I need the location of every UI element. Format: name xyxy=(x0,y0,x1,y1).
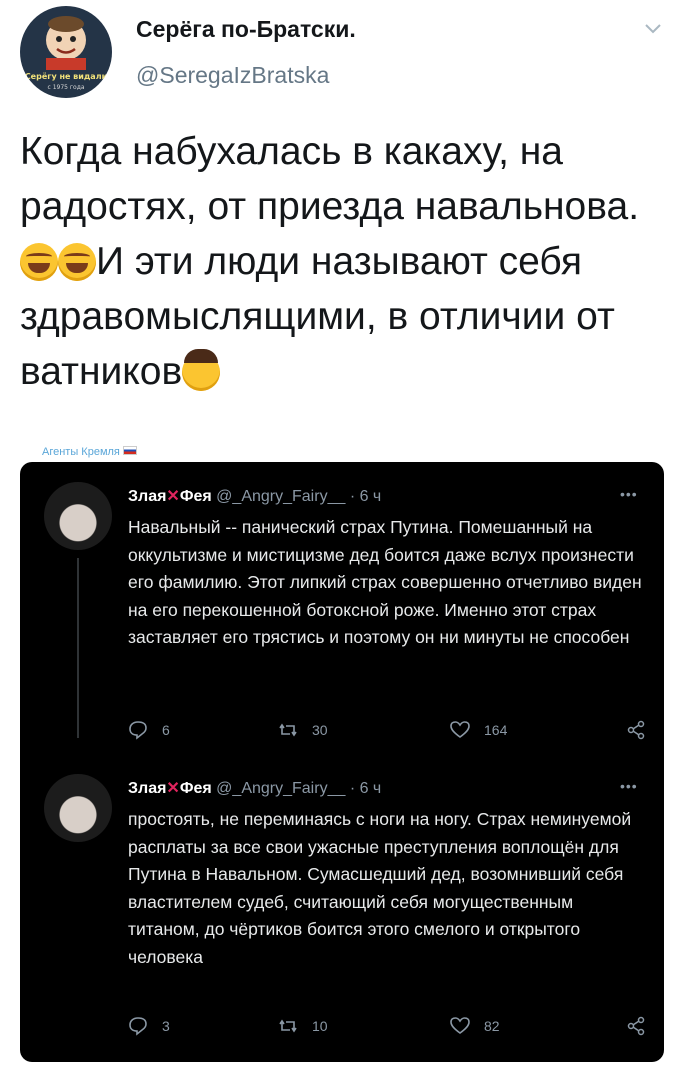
reply-author-name[interactable]: Злая xyxy=(128,488,166,505)
retweet-button[interactable]: 30 xyxy=(278,720,328,740)
avatar-caption: Серёгу не видали xyxy=(24,72,108,81)
more-options-icon[interactable]: ••• xyxy=(620,778,638,794)
red-cross-icon: ✕ xyxy=(166,780,180,797)
reply-count: 3 xyxy=(162,1018,170,1034)
reply-handle[interactable]: @_Angry_Fairy__ xyxy=(216,780,345,797)
more-options-icon[interactable]: ••• xyxy=(620,486,638,502)
like-button[interactable]: 82 xyxy=(450,1016,500,1036)
heart-icon xyxy=(450,721,470,738)
heart-icon xyxy=(450,1017,470,1034)
reply-author-name[interactable]: Злая xyxy=(128,780,166,797)
tweet-text: Когда набухалась в какаху, на радостях, … xyxy=(20,124,670,399)
reply-count: 6 xyxy=(162,722,170,738)
reply-handle[interactable]: @_Angry_Fairy__ xyxy=(216,488,345,505)
rolling-laughing-emoji-icon xyxy=(58,243,96,281)
red-cross-icon: ✕ xyxy=(166,488,180,505)
like-count: 82 xyxy=(484,1018,500,1034)
reply-text: простоять, не переминаясь с ноги на ногу… xyxy=(128,809,632,967)
retweet-button[interactable]: 10 xyxy=(278,1016,328,1036)
reply-header: Злая✕Фея @_Angry_Fairy__ · 6 ч xyxy=(128,778,381,798)
face-palm-emoji-icon xyxy=(182,349,221,391)
like-button[interactable]: 164 xyxy=(450,720,507,740)
russian-flag-icon xyxy=(122,446,137,455)
author-handle[interactable]: @SeregaIzBratska xyxy=(136,62,329,89)
tweet-text-part2: И эти люди называют себя здравомыслящими… xyxy=(20,240,615,393)
share-icon xyxy=(627,720,645,740)
reply-time: · 6 ч xyxy=(349,488,382,505)
reply-icon xyxy=(129,1017,147,1036)
retweet-count: 10 xyxy=(312,1018,328,1034)
thread-line xyxy=(77,558,79,738)
reply-header: Злая✕Фея @_Angry_Fairy__ · 6 ч xyxy=(128,486,381,506)
author-name[interactable]: Серёга по-Братски. xyxy=(136,16,356,43)
reply-avatar[interactable] xyxy=(44,774,112,842)
rolling-laughing-emoji-icon xyxy=(20,243,58,281)
reply-text: Навальный -- панический страх Путина. По… xyxy=(128,517,642,647)
reply-icon xyxy=(129,721,147,740)
watermark-text: Агенты Кремля xyxy=(42,446,120,458)
like-count: 164 xyxy=(484,722,508,738)
reply-actions: 3 10 82 xyxy=(128,1016,648,1040)
retweet-icon xyxy=(279,1019,297,1033)
reply-author-name-suffix[interactable]: Фея xyxy=(180,488,212,505)
reply-actions: 6 30 164 xyxy=(128,720,648,744)
reply-avatar[interactable] xyxy=(44,482,112,550)
reply-button[interactable]: 6 xyxy=(128,720,170,740)
retweet-count: 30 xyxy=(312,722,328,738)
tweet-text-part1: Когда набухалась в какаху, на радостях, … xyxy=(20,130,640,228)
avatar-subcaption: с 1975 года xyxy=(47,84,85,91)
retweet-icon xyxy=(279,723,297,737)
share-button[interactable] xyxy=(626,720,660,740)
reply-button[interactable]: 3 xyxy=(128,1016,170,1036)
author-avatar[interactable]: Серёгу не видали с 1975 года xyxy=(20,6,112,98)
chevron-down-icon[interactable] xyxy=(644,22,662,36)
watermark: Агенты Кремля xyxy=(42,446,137,458)
embedded-replies-card: Злая✕Фея @_Angry_Fairy__ · 6 ч ••• Навал… xyxy=(20,462,664,1062)
reply-author-name-suffix[interactable]: Фея xyxy=(180,780,212,797)
reply-time: · 6 ч xyxy=(349,780,382,797)
share-icon xyxy=(627,1016,645,1036)
share-button[interactable] xyxy=(626,1016,660,1036)
